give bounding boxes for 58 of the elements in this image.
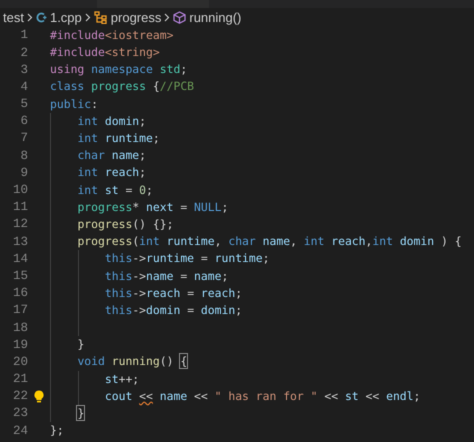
code-line: this->name = name;	[104, 270, 228, 282]
line-number: 6	[19, 115, 28, 128]
line-number: 11	[12, 201, 28, 214]
line-number: 1	[19, 29, 28, 42]
code-line: cout << name << " has ran for " << st << endl;	[104, 390, 420, 402]
chevron-right-icon	[164, 13, 170, 22]
code-line: progress* next = NULL;	[76, 202, 228, 214]
code-line: st++;	[104, 374, 140, 386]
line-number: 13	[12, 236, 28, 248]
cpp-file-icon	[36, 12, 47, 23]
code-line: this->domin = domin;	[104, 304, 242, 316]
code-line: this->reach = reach;	[104, 288, 242, 300]
line-number: 23	[12, 407, 28, 420]
code-line: int reach;	[76, 167, 146, 179]
code-line: #include<iostream>	[50, 30, 174, 42]
code-line: this->runtime = runtime;	[104, 253, 270, 265]
chevron-right-icon	[84, 13, 91, 22]
code-line: progress() {};	[76, 218, 174, 230]
code-line: void running() {	[76, 356, 188, 368]
line-number: 10	[12, 184, 28, 197]
line-number: 4	[19, 80, 28, 94]
code-line: }	[76, 339, 84, 351]
code-line: #include<string>	[50, 47, 160, 58]
code-line: int st = 0;	[76, 184, 153, 196]
line-number: 16	[12, 287, 28, 300]
code-line: };	[50, 425, 64, 437]
breadcrumb-item[interactable]: running()	[189, 11, 242, 24]
line-number: 2	[19, 46, 28, 60]
code-line: char name;	[76, 150, 146, 162]
code-line: int runtime;	[76, 133, 160, 144]
class-icon	[94, 11, 108, 24]
line-number: 15	[12, 270, 28, 282]
line-number: 3	[19, 64, 28, 76]
line-number: 19	[12, 338, 28, 352]
line-number: 22	[12, 390, 28, 403]
line-number: 8	[19, 150, 28, 162]
line-number: 20	[12, 356, 28, 368]
line-number: 17	[12, 304, 28, 317]
code-line: int domin;	[76, 116, 146, 128]
line-number: 12	[12, 218, 28, 231]
line-number: 14	[12, 252, 28, 266]
line-number: 9	[19, 166, 28, 180]
breadcrumb-item[interactable]: progress	[110, 11, 162, 24]
code-line: class progress {//PCB	[50, 81, 194, 93]
code-line: public:	[50, 98, 98, 110]
line-number: 5	[19, 98, 28, 111]
chevron-right-icon	[26, 13, 33, 22]
cube-icon	[173, 11, 186, 24]
breadcrumb-item[interactable]: 1.cpp	[50, 11, 82, 24]
line-number: 7	[19, 132, 28, 145]
code-line: using namespace std;	[50, 64, 188, 76]
code-line: progress(int runtime, char name, int reach,int domin ) {	[76, 236, 462, 248]
line-number: 21	[12, 373, 28, 386]
code-line: }	[76, 408, 84, 420]
lightbulb-icon[interactable]	[34, 390, 44, 404]
line-number: 18	[12, 322, 28, 334]
breadcrumb-item[interactable]: test	[3, 11, 24, 24]
line-number: 24	[12, 424, 28, 438]
